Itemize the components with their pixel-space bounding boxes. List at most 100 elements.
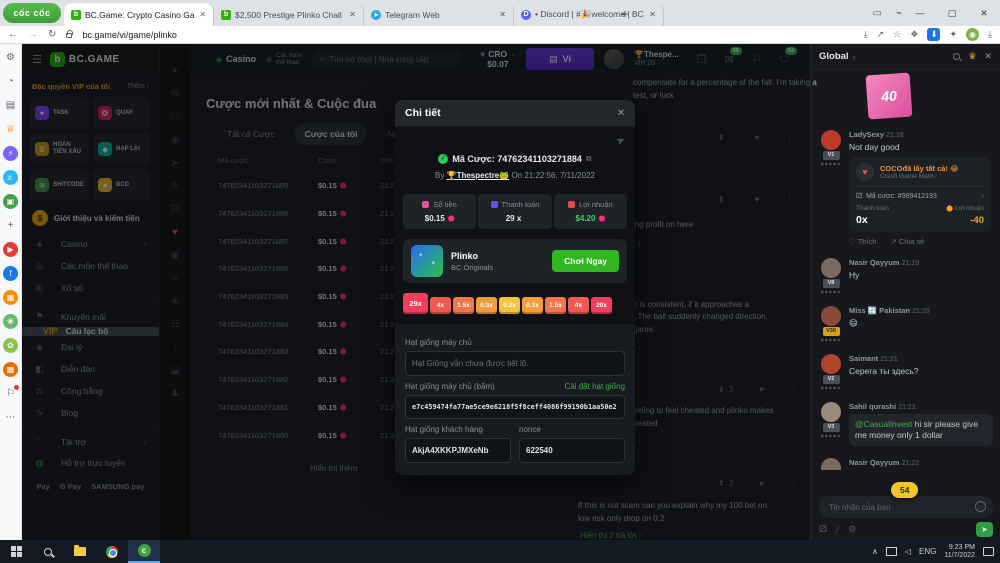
browser-sidebar-icon[interactable]: ⚡ — [3, 146, 18, 161]
chat-username[interactable]: Nasir Qayyum — [849, 258, 899, 267]
sidebar-menu-item[interactable]: ◎ Các môn thể thao — [22, 255, 159, 277]
toolbar-icon[interactable]: ❖ — [910, 29, 918, 40]
language-indicator[interactable]: ENG — [919, 547, 936, 556]
chevron-right-icon[interactable]: › — [982, 193, 984, 200]
promo-tile[interactable]: $ HOÀN TIỀN XẤU — [30, 133, 90, 165]
browser-sidebar-icon[interactable]: ▶ — [3, 242, 18, 257]
new-tab-button[interactable]: + — [616, 5, 634, 23]
strip-icon[interactable]: ♟ — [171, 388, 180, 400]
strip-icon[interactable]: ☷ — [171, 319, 180, 331]
client-seed-field[interactable]: AkjA4XKKPJMXeNb — [405, 438, 511, 463]
address-bar[interactable]: bc.game/vi/game/plinko — [82, 30, 177, 40]
sidebar-menu-item[interactable]: ◍ Hỗ trợ trực tuyến — [22, 452, 159, 474]
server-seed-field[interactable]: Hạt Giống vẫn chưa được tiết lộ. — [405, 351, 625, 376]
browser-sidebar-icon[interactable]: ⚙ — [3, 50, 18, 65]
clock[interactable]: 9:23 PM 11/7/2022 — [944, 544, 975, 560]
avatar[interactable] — [604, 49, 625, 69]
tray-chevron[interactable]: ∧ — [872, 547, 878, 556]
sports-tab[interactable]: ◎ Các môn thể thao — [266, 52, 302, 66]
promo-tile[interactable]: ≋ SHITCODE — [30, 169, 90, 201]
strip-icon[interactable]: ♥ — [172, 227, 178, 239]
taskbar-search[interactable] — [32, 540, 64, 563]
avatar[interactable] — [821, 306, 841, 326]
more-icon[interactable]: ⋮ — [790, 385, 798, 394]
strip-icon[interactable]: ⬓ — [170, 365, 179, 377]
chat-username[interactable]: Nasir Qayyum — [849, 458, 899, 467]
tab-close-icon[interactable]: ✕ — [499, 10, 506, 19]
browser-sidebar-icon[interactable]: ⋯ — [3, 410, 18, 425]
toolbar-icon[interactable]: ⬇ — [927, 28, 941, 41]
share-button[interactable]: ↗ Chia sẻ — [890, 237, 924, 246]
promo-tile[interactable]: ❂ QUAY — [93, 97, 151, 129]
browser-sidebar-icon[interactable]: ♕ — [3, 122, 18, 137]
chat-input[interactable] — [819, 496, 993, 518]
strip-icon[interactable]: ✦ — [171, 66, 179, 78]
sidebar-menu-item[interactable]: ◈ Đại lý — [22, 336, 159, 358]
close-icon[interactable]: ✕ — [617, 108, 625, 119]
comment-actions[interactable]: ⬆ ♥ ⋮ — [718, 133, 793, 142]
sidebar-menu-item[interactable]: ♠ Casino › — [22, 233, 159, 255]
sidebar-menu-item[interactable]: ⚑ Khuyến mãi — [22, 302, 159, 327]
toolbar-icon[interactable]: ◉ — [966, 28, 980, 41]
strip-icon[interactable]: ⬡ — [171, 112, 180, 124]
sidebar-menu-item[interactable]: ♡ Tài trợ › — [22, 427, 159, 452]
sidebar-menu-item[interactable]: ◧ Diễn đàn — [22, 358, 159, 380]
like-button[interactable]: ♡ Thích — [849, 237, 876, 246]
copy-icon[interactable]: ⧉ — [586, 154, 592, 164]
new-messages-badge[interactable]: 54 — [891, 482, 919, 498]
toolbar-icon[interactable]: ✦ — [949, 29, 957, 40]
game-search-input[interactable]: ⌕ Tìm trò chơi | Nhà cung cấp — [311, 50, 462, 68]
referral-banner[interactable]: $ Giới thiệu và kiếm tiền — [22, 203, 159, 233]
avatar[interactable] — [821, 402, 841, 422]
file-explorer-icon[interactable] — [64, 540, 96, 563]
chat-close-icon[interactable]: ✕ — [984, 51, 992, 62]
chat-username[interactable]: LadySexy — [849, 130, 884, 139]
nonce-field[interactable]: 622540 — [519, 438, 625, 463]
bell-icon[interactable]: ⚐ — [752, 53, 762, 66]
strip-icon[interactable]: ✎ — [171, 181, 179, 193]
strip-icon[interactable]: ◉ — [171, 135, 180, 147]
browser-sidebar-icon[interactable]: + — [3, 218, 18, 233]
strip-icon[interactable]: ➤ — [171, 158, 179, 170]
chat-username[interactable]: Sahil qurashi — [849, 402, 896, 411]
thumbs-up-icon[interactable]: ⬆ — [718, 385, 725, 394]
chat-username[interactable]: Miss 🔄 Pakistan — [849, 306, 910, 315]
window-minimize-button[interactable]: — — [904, 0, 936, 26]
mail-icon[interactable]: ✉ 99 — [725, 46, 742, 66]
chat-toggle-icon[interactable]: ⬭ 54 — [780, 46, 798, 66]
strip-icon[interactable]: ⌗ — [172, 273, 178, 285]
tab-close-icon[interactable]: ✕ — [349, 10, 356, 19]
currency-selector[interactable]: ◆ CRO ⌄ $0.07 — [480, 49, 516, 69]
tab-close-icon[interactable]: ✕ — [199, 10, 206, 19]
strip-icon[interactable]: ◈ — [171, 296, 179, 308]
heart-icon[interactable]: ♥ — [755, 195, 760, 204]
browser-sidebar-icon[interactable]: ▤ — [3, 98, 18, 113]
browser-sidebar-icon[interactable]: f — [3, 266, 18, 281]
pin-icon[interactable]: ⌁ — [896, 8, 902, 19]
avatar[interactable] — [821, 258, 841, 278]
bet-list-tab[interactable]: Cược của tôi — [294, 123, 368, 145]
cast-icon[interactable]: ▭ — [873, 8, 882, 19]
more-icon[interactable]: ⋮ — [785, 195, 793, 204]
browser-sidebar-icon[interactable]: ♬ — [3, 170, 18, 185]
more-icon[interactable]: ⋮ — [790, 479, 798, 488]
send-button[interactable]: ➤ — [976, 522, 993, 537]
seed-settings-link[interactable]: Cài đặt hạt giống — [565, 382, 626, 391]
avatar[interactable] — [821, 354, 841, 374]
toolbar-icon[interactable]: ➚ — [877, 29, 885, 40]
play-now-button[interactable]: Chơi Ngay — [552, 250, 619, 272]
chat-username[interactable]: Saimant — [849, 354, 878, 363]
rules-icon[interactable]: ∕ — [837, 525, 839, 535]
avatar[interactable] — [821, 458, 841, 470]
network-icon[interactable] — [885, 547, 897, 556]
casino-tab[interactable]: ◈ Casino — [216, 54, 256, 64]
lock-icon[interactable] — [66, 30, 74, 38]
strip-icon[interactable]: ▣ — [170, 250, 179, 262]
action-center-icon[interactable] — [983, 547, 994, 556]
tip-icon[interactable]: ⚂ — [819, 524, 827, 535]
heart-icon[interactable]: ♥ — [759, 385, 764, 394]
strip-icon[interactable]: ◔ — [172, 342, 178, 354]
chrome-icon[interactable] — [96, 540, 128, 563]
promo-tile[interactable]: ✦ TASK — [30, 97, 90, 129]
plinko-thumbnail[interactable] — [411, 245, 443, 277]
